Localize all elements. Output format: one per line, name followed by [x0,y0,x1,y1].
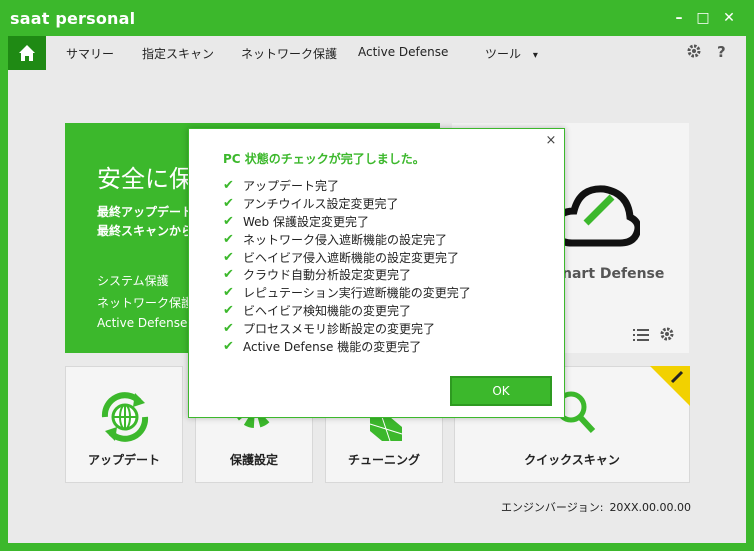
home-button[interactable] [8,36,46,70]
update-globe-icon [101,392,149,442]
nav-item-custom-scan[interactable]: 指定スキャン [142,45,214,62]
tuning-tile-label: チューニング [347,453,420,467]
status-item-network-protection: ネットワーク保護 [97,296,194,310]
status-headline: 安全に保 [97,165,193,193]
check-icon: ✔ [223,196,234,212]
nav-item-tools[interactable]: ツール ▾ [485,45,538,62]
check-icon: ✔ [223,320,234,336]
help-icon[interactable]: ? [717,43,726,61]
scan-complete-dialog: × PC 状態のチェックが完了しました。 ✔ アップデート完了 ✔ アンチウイルス設… [188,128,565,418]
check-icon: ✔ [223,178,234,194]
title-bar[interactable]: saat personal – □ ✕ [0,0,754,36]
list-item: ✔ ビヘイビア検知機能の変更完了 [223,302,412,318]
check-icon: ✔ [223,267,234,283]
check-icon: ✔ [223,302,234,318]
dialog-title: PC 状態のチェックが完了しました。 [223,152,425,166]
list-item: ✔ ネットワーク侵入遮断機能の設定完了 [223,231,448,247]
gear-icon[interactable] [659,326,675,342]
chevron-down-icon: ▾ [532,50,538,61]
engine-version: エンジンバージョン: 20XX.00.00.00 [501,499,691,515]
dialog-result-list: ✔ アップデート完了 ✔ アンチウイルス設定変更完了 ✔ Web 保護設定変更完了 ✔… [223,177,471,355]
protection-settings-tile-label: 保護設定 [229,453,278,467]
close-button[interactable]: ✕ [719,8,739,28]
nav-item-active-defense[interactable]: Active Defense [358,45,448,59]
nav-bar: サマリー 指定スキャン ネットワーク保護 Active Defense ツール … [8,36,746,70]
minimize-button[interactable]: – [669,8,689,28]
gear-icon[interactable] [686,43,702,63]
edit-corner-icon[interactable] [650,366,690,406]
check-icon: ✔ [223,213,234,229]
quick-scan-tile-label: クイックスキャン [524,453,620,467]
list-item: ✔ プロセスメモリ診断設定の変更完了 [223,320,436,336]
home-icon [19,45,35,61]
list-item: ✔ Active Defense 機能の変更完了 [223,338,422,354]
check-icon: ✔ [223,338,234,354]
list-item: ✔ アンチウイルス設定変更完了 [223,196,399,212]
dialog-close-button[interactable]: × [544,134,558,148]
list-item: ✔ アップデート完了 [223,178,340,194]
check-icon: ✔ [223,285,234,301]
list-item: ✔ クラウド自動分析設定変更完了 [223,267,412,283]
nav-item-tools-label: ツール [485,47,522,61]
status-item-system-protection: システム保護 [97,274,169,288]
nav-item-summary[interactable]: サマリー [66,45,114,62]
ok-button[interactable]: OK [450,376,552,406]
list-item: ✔ Web 保護設定変更完了 [223,213,369,229]
last-scan-label: 最終スキャンから: [97,224,198,238]
nav-item-network-protection[interactable]: ネットワーク保護 [241,45,337,62]
status-item-active-defense: Active Defense [97,316,188,330]
engine-version-label: エンジンバージョン: [500,501,604,514]
list-icon[interactable] [633,328,649,342]
update-tile[interactable]: アップデート [65,366,183,483]
app-title: saat personal [10,9,136,28]
update-tile-label: アップデート [87,453,160,467]
check-icon: ✔ [223,231,234,247]
list-item: ✔ ビヘイビア侵入遮断機能の設定変更完了 [223,249,460,265]
smart-defense-label: nart Defense [562,266,665,282]
engine-version-value: 20XX.00.00.00 [609,501,691,514]
maximize-button[interactable]: □ [693,8,713,28]
list-item: ✔ レピュテーション実行遮断機能の変更完了 [223,285,471,301]
app-window: saat personal – □ ✕ サマリー 指定スキャン ネットワーク保護… [0,0,754,551]
check-icon: ✔ [223,249,234,265]
